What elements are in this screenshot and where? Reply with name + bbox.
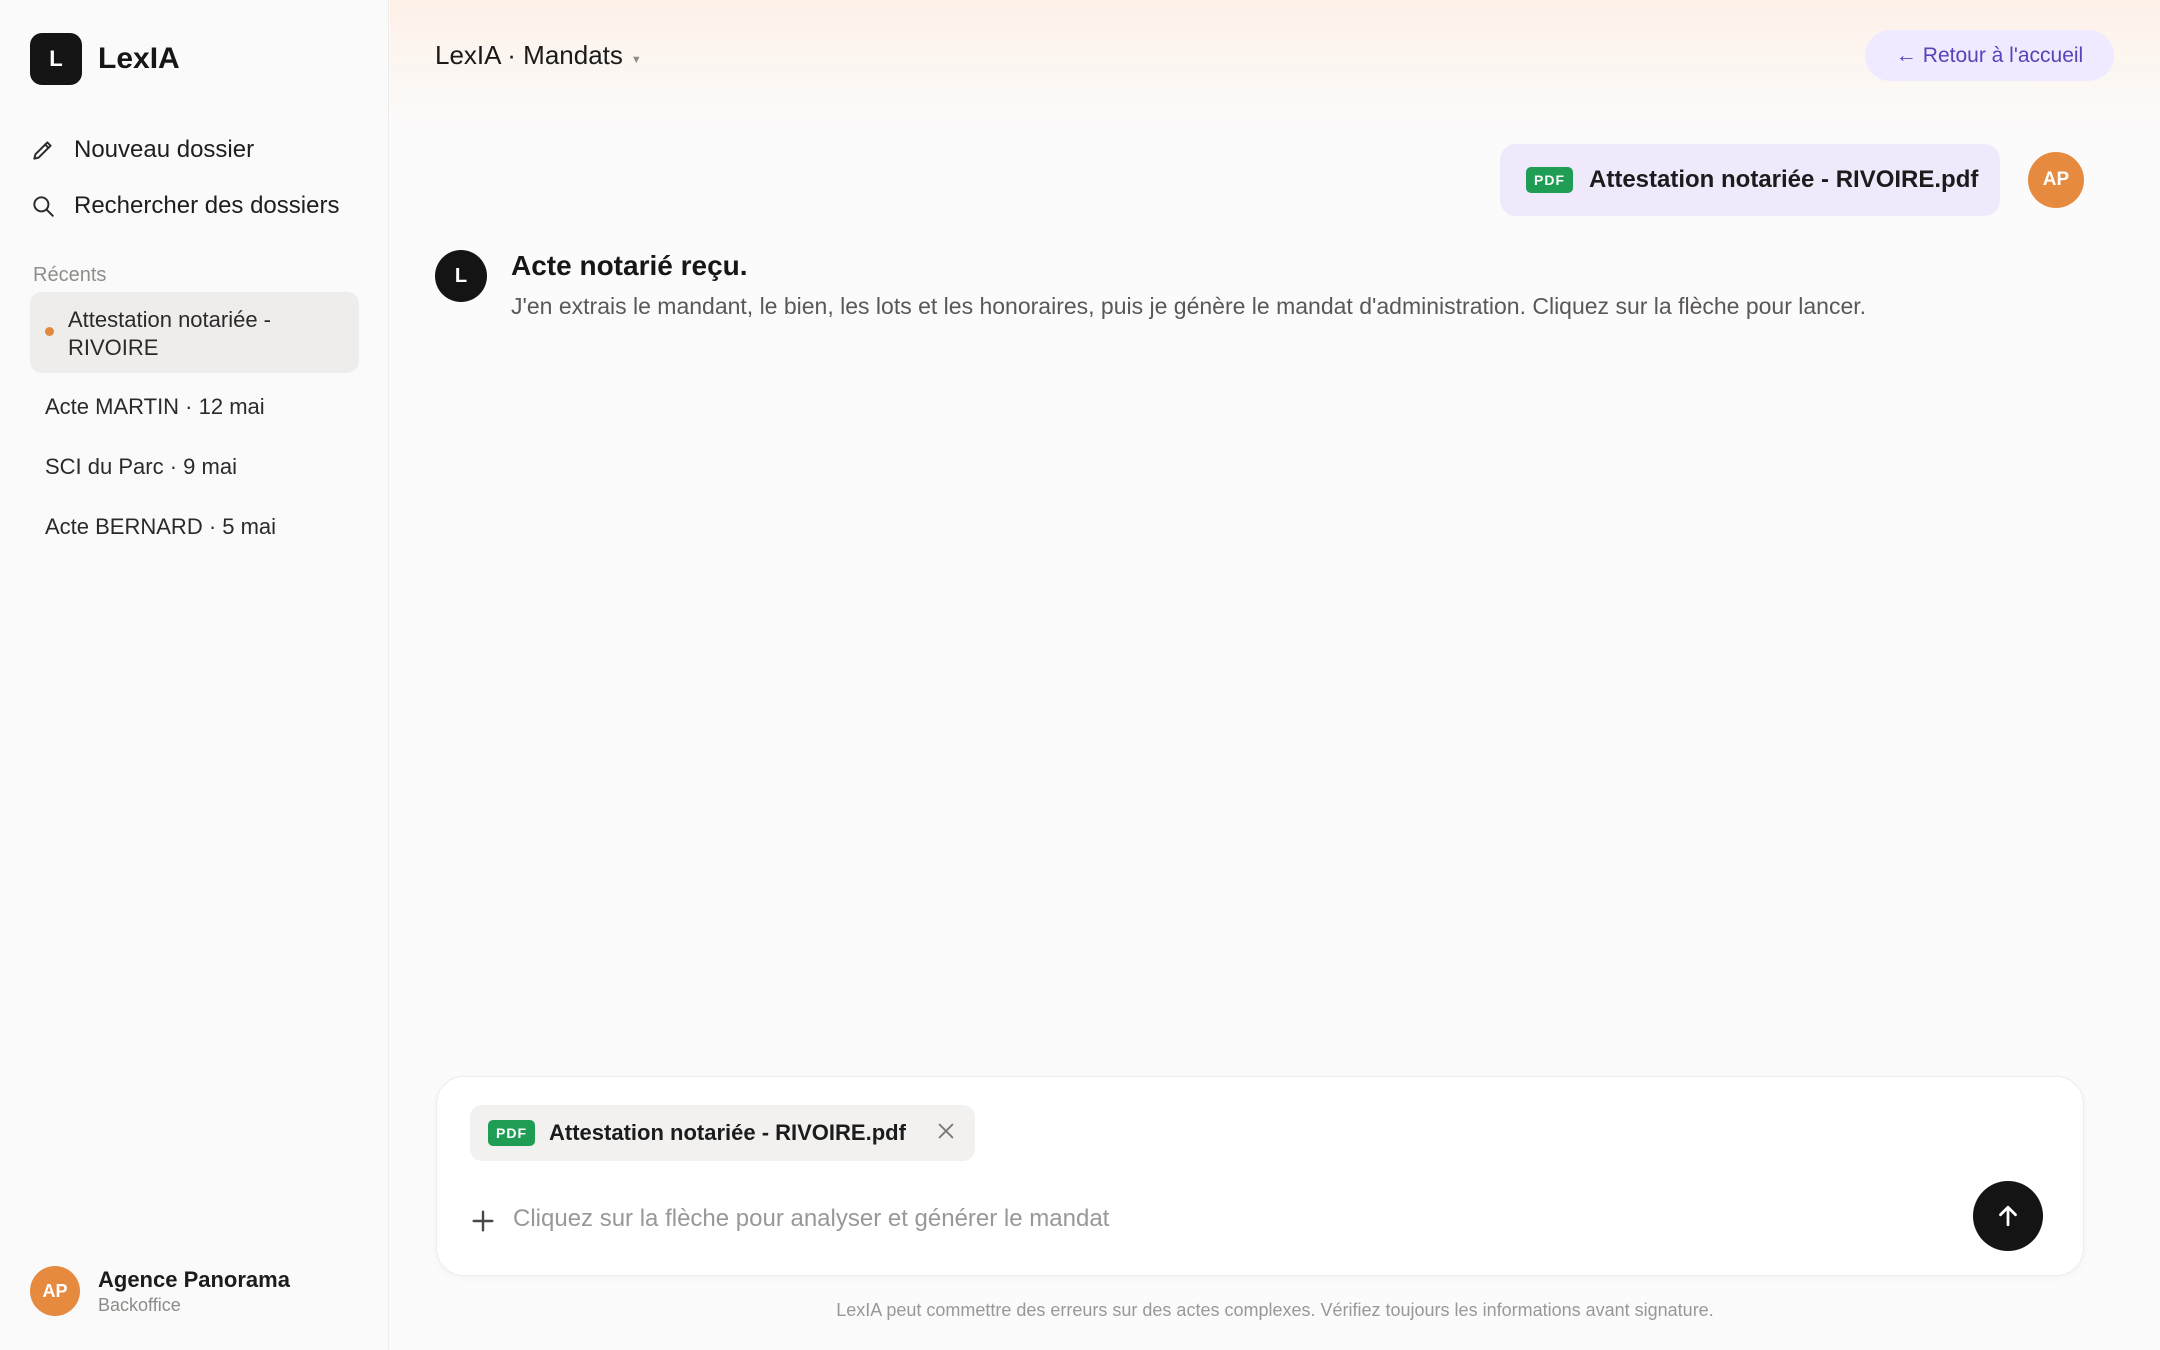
arrow-up-icon (1999, 1205, 2017, 1227)
search-icon (33, 196, 54, 217)
pdf-badge: PDF (488, 1120, 535, 1146)
recent-item[interactable]: Acte BERNARD · 5 mai (45, 514, 276, 540)
back-home-label: Retour à l'accueil (1922, 43, 2084, 67)
pencil-icon (33, 141, 52, 160)
plus-icon[interactable] (467, 1205, 499, 1237)
disclaimer: LexIA peut commettre des erreurs sur des… (836, 1300, 1714, 1320)
brand-logo: L (30, 33, 82, 85)
recent-item-label: Attestation notariée - RIVOIRE (68, 307, 272, 360)
avatar: AP (30, 1266, 80, 1316)
brand-name: LexIA (98, 42, 180, 75)
close-icon[interactable] (935, 1120, 957, 1142)
recents-heading: Récents (33, 264, 107, 286)
account-role: Backoffice (98, 1294, 181, 1315)
user-avatar: AP (2028, 152, 2084, 208)
arrow-left-icon: ← (1895, 43, 1917, 67)
back-home-button[interactable]: ← Retour à l'accueil (1865, 30, 2114, 81)
attachment-chip: PDF Attestation notariée - RIVOIRE.pdf (470, 1105, 975, 1161)
assistant-message-text: J'en extrais le mandant, le bien, les lo… (511, 293, 1867, 319)
recent-item-active[interactable]: Attestation notariée - RIVOIRE (30, 292, 359, 373)
new-folder-label: Nouveau dossier (74, 136, 255, 163)
pdf-badge: PDF (1526, 167, 1573, 193)
recent-item[interactable]: Acte MARTIN · 12 mai (45, 394, 265, 420)
user-file-message[interactable]: PDF Attestation notariée - RIVOIRE.pdf (1500, 144, 2000, 216)
assistant-message-title: Acte notarié reçu. (511, 250, 748, 281)
account-name: Agence Panorama (98, 1266, 290, 1292)
recent-item[interactable]: SCI du Parc · 9 mai (45, 454, 237, 480)
breadcrumb[interactable]: LexIA · Mandats ▼ (435, 40, 642, 71)
new-folder-button[interactable]: Nouveau dossier (30, 130, 254, 170)
assistant-avatar: L (435, 250, 487, 302)
active-dot (45, 327, 54, 336)
account-menu[interactable]: AP Agence Panorama Backoffice (30, 1266, 290, 1316)
message-input[interactable] (513, 1197, 1913, 1241)
file-name: Attestation notariée - RIVOIRE.pdf (1589, 166, 1979, 193)
brand[interactable]: L LexIA (30, 33, 180, 85)
search-folders-label: Rechercher des dossiers (74, 192, 340, 219)
breadcrumb-label: LexIA · Mandats (435, 40, 623, 70)
chevron-down-icon: ▼ (630, 53, 642, 66)
search-folders-button[interactable]: Rechercher des dossiers (30, 186, 339, 226)
attachment-name: Attestation notariée - RIVOIRE.pdf (549, 1120, 906, 1145)
sidebar: L LexIA Nouveau dossier Rechercher des d… (0, 0, 389, 1350)
send-button[interactable] (1973, 1181, 2043, 1251)
composer: PDF Attestation notariée - RIVOIRE.pdf (436, 1076, 2084, 1276)
main-panel: LexIA · Mandats ▼ ← Retour à l'accueil P… (390, 0, 2160, 1350)
